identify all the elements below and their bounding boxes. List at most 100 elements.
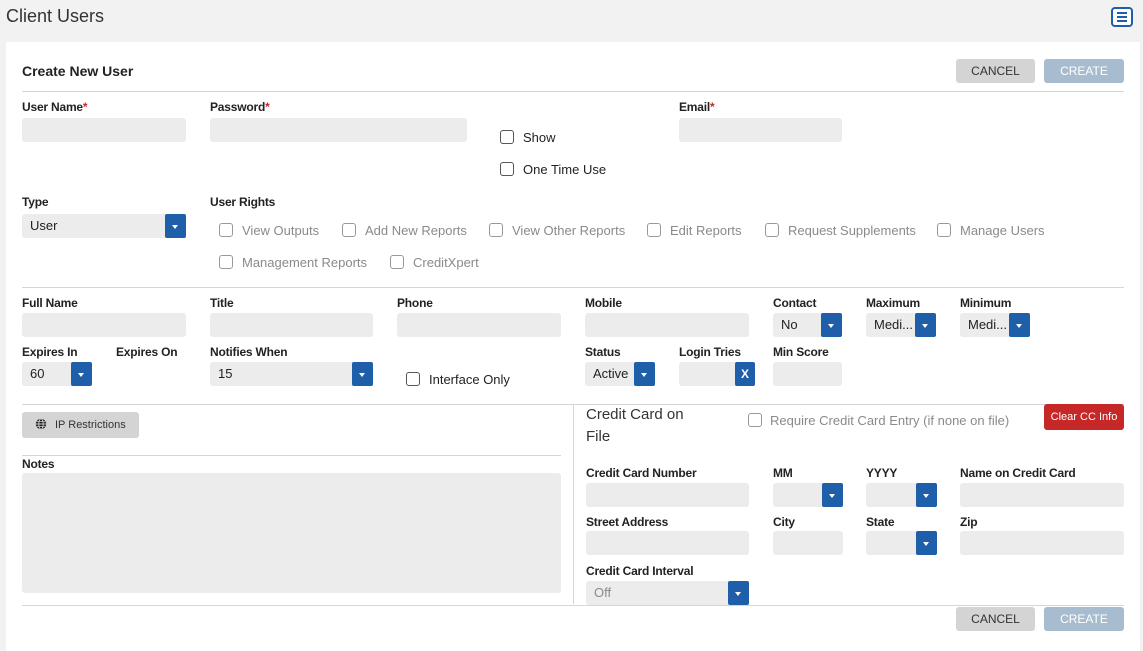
contact-label: Contact: [773, 296, 817, 310]
right-request-supplements-checkbox[interactable]: [765, 223, 779, 237]
cancel-button-top[interactable]: CANCEL: [956, 59, 1035, 83]
notifies-when-select[interactable]: 15: [210, 362, 373, 386]
chevron-down-icon[interactable]: [821, 313, 842, 337]
notes-label: Notes: [22, 457, 55, 471]
cancel-button-bottom[interactable]: CANCEL: [956, 607, 1035, 631]
right-edit-reports-checkbox[interactable]: [647, 223, 661, 237]
right-management-reports-label: Management Reports: [242, 255, 368, 270]
interface-only-checkbox[interactable]: [406, 372, 420, 386]
chevron-down-icon[interactable]: [822, 483, 843, 507]
right-add-new-reports-label: Add New Reports: [365, 223, 467, 238]
divider: [22, 287, 1124, 288]
state-select[interactable]: [866, 531, 937, 555]
chevron-down-icon[interactable]: [634, 362, 655, 386]
full-name-label: Full Name: [22, 296, 78, 310]
create-button-bottom[interactable]: CREATE: [1044, 607, 1124, 631]
password-input[interactable]: [210, 118, 467, 142]
right-view-other-reports-checkbox[interactable]: [489, 223, 503, 237]
expires-on-label: Expires On: [116, 345, 178, 359]
show-password-checkbox[interactable]: [500, 130, 514, 144]
cc-interval-select[interactable]: Off: [586, 581, 749, 605]
list-icon[interactable]: [1111, 7, 1133, 27]
right-view-outputs-checkbox[interactable]: [219, 223, 233, 237]
ip-restrictions-button[interactable]: IP Restrictions: [22, 412, 139, 438]
notes-textarea[interactable]: [22, 473, 561, 593]
zip-input[interactable]: [960, 531, 1124, 555]
chevron-down-icon[interactable]: [728, 581, 749, 605]
page-title: Client Users: [6, 6, 105, 26]
credit-card-heading: Credit Card on File: [586, 406, 684, 445]
city-label: City: [773, 515, 795, 529]
contact-select[interactable]: No: [773, 313, 842, 337]
right-request-supplements-label: Request Supplements: [788, 223, 916, 238]
divider: [22, 455, 561, 456]
chevron-down-icon[interactable]: [915, 313, 936, 337]
cc-number-input[interactable]: [586, 483, 749, 507]
chevron-down-icon[interactable]: [165, 214, 186, 238]
user-name-label: User Name*: [22, 100, 88, 114]
password-label: Password*: [210, 100, 270, 114]
min-score-input[interactable]: [773, 362, 842, 386]
state-label: State: [866, 515, 895, 529]
chevron-down-icon[interactable]: [352, 362, 373, 386]
title-input[interactable]: [210, 313, 373, 337]
minimum-label: Minimum: [960, 296, 1012, 310]
cc-interval-label: Credit Card Interval: [586, 564, 694, 578]
chevron-down-icon[interactable]: [1009, 313, 1030, 337]
cc-mm-label: MM: [773, 466, 793, 480]
expires-in-label: Expires In: [22, 345, 78, 359]
city-input[interactable]: [773, 531, 843, 555]
type-select[interactable]: User: [22, 214, 186, 238]
notifies-when-label: Notifies When: [210, 345, 288, 359]
login-tries-label: Login Tries: [679, 345, 741, 359]
right-add-new-reports-checkbox[interactable]: [342, 223, 356, 237]
chevron-down-icon[interactable]: [71, 362, 92, 386]
clear-login-tries-button[interactable]: X: [735, 362, 755, 386]
form-heading: Create New User: [22, 63, 134, 79]
cc-yyyy-select[interactable]: [866, 483, 937, 507]
right-creditxpert-checkbox[interactable]: [390, 255, 404, 269]
login-tries-input[interactable]: X: [679, 362, 755, 386]
cc-mm-select[interactable]: [773, 483, 843, 507]
require-cc-checkbox[interactable]: [748, 413, 762, 427]
cc-number-label: Credit Card Number: [586, 466, 697, 480]
user-rights-label: User Rights: [210, 195, 276, 209]
maximum-select[interactable]: Medi...: [866, 313, 936, 337]
right-view-other-reports-label: View Other Reports: [512, 223, 626, 238]
mobile-label: Mobile: [585, 296, 622, 310]
right-creditxpert-label: CreditXpert: [413, 255, 479, 270]
cc-name-input[interactable]: [960, 483, 1124, 507]
show-password-label: Show: [523, 130, 556, 145]
divider: [22, 91, 1124, 92]
right-management-reports-checkbox[interactable]: [219, 255, 233, 269]
right-manage-users-checkbox[interactable]: [937, 223, 951, 237]
full-name-input[interactable]: [22, 313, 186, 337]
right-view-outputs-label: View Outputs: [242, 223, 320, 238]
min-score-label: Min Score: [773, 345, 829, 359]
expires-in-select[interactable]: 60: [22, 362, 92, 386]
clear-cc-info-button[interactable]: Clear CC Info: [1044, 404, 1124, 430]
minimum-select[interactable]: Medi...: [960, 313, 1030, 337]
cc-name-label: Name on Credit Card: [960, 466, 1076, 480]
status-label: Status: [585, 345, 621, 359]
type-label: Type: [22, 195, 49, 209]
cc-yyyy-label: YYYY: [866, 466, 898, 480]
status-select[interactable]: Active: [585, 362, 655, 386]
chevron-down-icon[interactable]: [916, 483, 937, 507]
chevron-down-icon[interactable]: [916, 531, 937, 555]
require-cc-label: Require Credit Card Entry (if none on fi…: [770, 413, 1010, 428]
create-button-top[interactable]: CREATE: [1044, 59, 1124, 83]
email-input[interactable]: [679, 118, 842, 142]
email-label: Email*: [679, 100, 715, 114]
phone-label: Phone: [397, 296, 433, 310]
user-name-input[interactable]: [22, 118, 186, 142]
column-divider: [573, 404, 574, 604]
street-address-label: Street Address: [586, 515, 669, 529]
one-time-use-checkbox[interactable]: [500, 162, 514, 176]
phone-input[interactable]: [397, 313, 561, 337]
street-address-input[interactable]: [586, 531, 749, 555]
globe-icon: [35, 418, 47, 430]
mobile-input[interactable]: [585, 313, 749, 337]
zip-label: Zip: [960, 515, 978, 529]
right-edit-reports-label: Edit Reports: [670, 223, 742, 238]
